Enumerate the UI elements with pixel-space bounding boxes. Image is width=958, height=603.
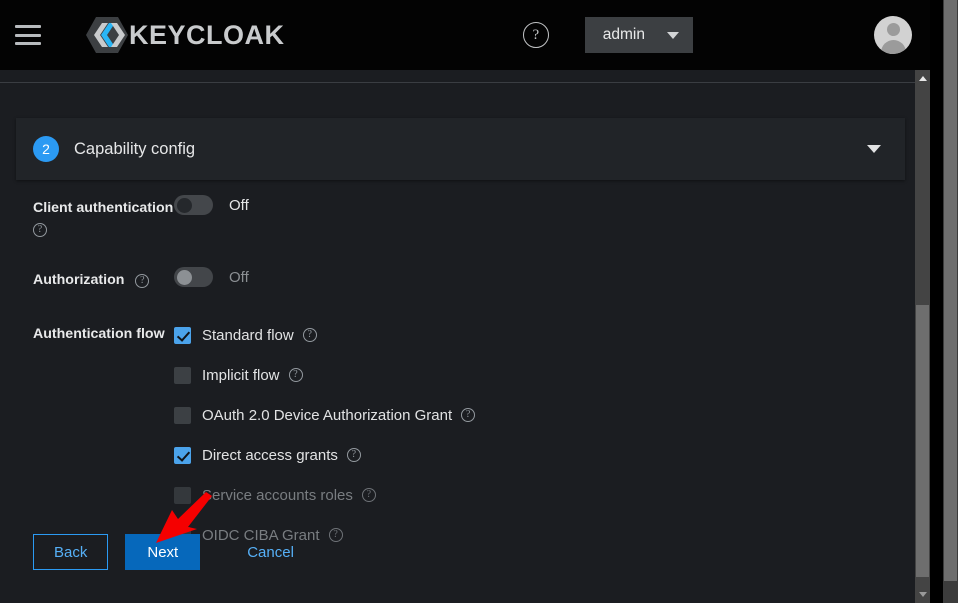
wizard-step-capability-config[interactable]: 2 Capability config	[16, 118, 905, 180]
client-authentication-state: Off	[229, 196, 249, 214]
client-authentication-control: Off	[174, 195, 249, 215]
chevron-down-icon[interactable]	[867, 145, 881, 153]
hamburger-bar	[15, 33, 41, 37]
inner-scrollbar-thumb[interactable]	[916, 305, 929, 577]
checkbox-standard-flow[interactable]: Standard flow ?	[174, 315, 529, 355]
checkbox-implicit-flow[interactable]: Implicit flow ?	[174, 355, 529, 395]
direct-access-grants-help-icon[interactable]: ?	[346, 448, 361, 462]
standard-flow-help-icon[interactable]: ?	[302, 328, 317, 342]
client-authentication-label-group: Client authentication ?	[0, 195, 174, 239]
service-accounts-roles-help-icon[interactable]: ?	[361, 488, 376, 502]
checkbox-label: Standard flow	[202, 326, 294, 344]
scrollbar-corner	[943, 581, 958, 603]
checkbox-box[interactable]	[174, 446, 191, 464]
capability-config-form: Client authentication ? Off Authorizatio…	[0, 195, 917, 555]
masthead: KEYCLOAK ? admin	[0, 0, 930, 70]
authorization-control: Off	[174, 267, 249, 287]
caret-down-icon	[667, 31, 679, 39]
checkbox-label: Service accounts roles	[202, 486, 353, 504]
hamburger-menu-icon[interactable]	[15, 25, 41, 45]
oidc-ciba-grant-help-icon[interactable]: ?	[328, 528, 343, 542]
inner-scrollbar[interactable]	[915, 70, 930, 603]
browser-scrollbar[interactable]	[943, 0, 958, 603]
authorization-label: Authorization	[33, 272, 125, 288]
field-authentication-flow: Authentication flow Standard flow ? Impl…	[0, 315, 917, 555]
step-number-badge: 2	[33, 136, 59, 162]
authentication-flow-left-column: Standard flow ? Implicit flow ? OAuth 2.…	[174, 315, 529, 435]
checkbox-direct-access-grants[interactable]: Direct access grants ?	[174, 435, 529, 475]
cancel-button[interactable]: Cancel	[231, 534, 310, 570]
scroll-down-arrow-icon[interactable]	[919, 592, 927, 597]
checkbox-oauth-device-authorization-grant[interactable]: OAuth 2.0 Device Authorization Grant ?	[174, 395, 529, 435]
section-divider	[0, 82, 917, 83]
checkbox-label: OAuth 2.0 Device Authorization Grant	[202, 406, 453, 424]
field-client-authentication: Client authentication ? Off	[0, 195, 917, 267]
keycloak-brand-logo[interactable]: KEYCLOAK	[85, 16, 285, 54]
field-authorization: Authorization ? Off	[0, 267, 917, 315]
hamburger-bar	[15, 25, 41, 28]
checkbox-box[interactable]	[174, 366, 191, 384]
keycloak-logo-icon	[85, 16, 129, 54]
checkbox-service-accounts-roles[interactable]: Service accounts roles ?	[174, 475, 529, 515]
oauth-device-authorization-grant-help-icon[interactable]: ?	[461, 408, 476, 422]
toggle-knob	[177, 269, 192, 285]
brand-name: KEYCLOAK	[129, 19, 285, 50]
back-button[interactable]: Back	[33, 534, 109, 570]
step-title: Capability config	[74, 139, 196, 158]
user-dropdown-label: admin	[602, 26, 645, 43]
checkbox-label: Implicit flow	[202, 366, 280, 384]
hamburger-bar	[15, 42, 41, 45]
client-authentication-toggle[interactable]	[174, 195, 213, 215]
client-authentication-label: Client authentication	[33, 200, 174, 216]
authentication-flow-label: Authentication flow	[33, 326, 165, 342]
authorization-state: Off	[229, 268, 249, 286]
wizard-actions: Back Next Cancel	[33, 534, 310, 570]
implicit-flow-help-icon[interactable]: ?	[288, 368, 303, 382]
authorization-help-icon[interactable]: ?	[135, 274, 150, 288]
authorization-toggle[interactable]	[174, 267, 213, 287]
checkbox-box[interactable]	[174, 326, 191, 344]
checkbox-label: Direct access grants	[202, 446, 338, 464]
masthead-toolbar: ? admin	[522, 0, 930, 70]
authorization-label-group: Authorization ?	[0, 267, 174, 291]
avatar[interactable]	[874, 16, 912, 54]
clipped-previous-section-text	[0, 70, 917, 82]
checkbox-box[interactable]	[174, 486, 191, 504]
app-root: KEYCLOAK ? admin 2 Capability config Cli…	[0, 0, 958, 603]
content-region: 2 Capability config Client authenticatio…	[0, 70, 917, 603]
checkbox-box[interactable]	[174, 406, 191, 424]
toggle-knob	[177, 197, 192, 213]
help-icon[interactable]: ?	[522, 22, 549, 48]
user-dropdown-button[interactable]: admin	[584, 17, 693, 53]
browser-scrollbar-thumb[interactable]	[944, 0, 957, 581]
client-authentication-help-icon[interactable]: ?	[33, 222, 47, 237]
next-button[interactable]: Next	[125, 534, 201, 570]
authentication-flow-checkbox-grid: Standard flow ? Implicit flow ? OAuth 2.…	[174, 315, 874, 555]
scroll-up-arrow-icon[interactable]	[919, 76, 927, 81]
